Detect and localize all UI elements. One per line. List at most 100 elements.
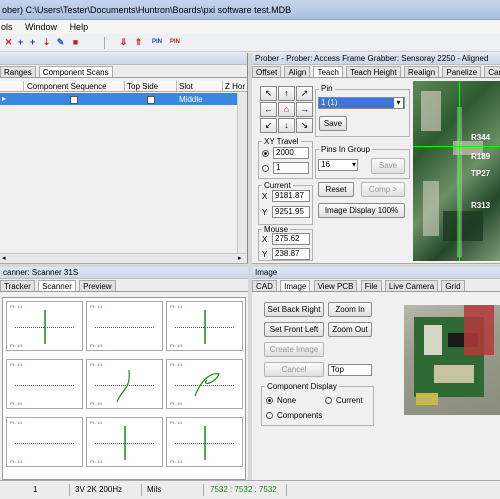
signature-cell[interactable]: P1: 1/1 P1: 1/1 bbox=[6, 417, 83, 467]
table-row[interactable]: ▸ ✓ ✓ Middle bbox=[0, 93, 237, 105]
signature-cell-footer: P1: 1/1 bbox=[10, 401, 23, 406]
create-image-button[interactable]: Create Image bbox=[264, 342, 324, 357]
menu-window[interactable]: Window bbox=[20, 20, 62, 34]
move-up-left-button[interactable]: ↖ bbox=[260, 86, 277, 101]
probe-up-icon[interactable]: ⇑ bbox=[133, 36, 144, 49]
display-components-radio[interactable] bbox=[266, 412, 273, 420]
tab-preview[interactable]: Preview bbox=[79, 280, 116, 291]
current-y-label: Y bbox=[262, 208, 268, 217]
move-down-left-button[interactable]: ↙ bbox=[260, 118, 277, 133]
status-field-2: 3V 2K 200Hz bbox=[72, 484, 142, 496]
set-back-right-button[interactable]: Set Back Right bbox=[264, 302, 324, 317]
zoom-out-button[interactable]: Zoom Out bbox=[328, 322, 372, 337]
signature-cell[interactable]: P1: 1/1 P1: 1/1 bbox=[166, 417, 243, 467]
next-pin-icon[interactable]: PIN bbox=[168, 36, 182, 49]
col-z-hor[interactable]: Z Hor bbox=[225, 82, 245, 91]
signature-cell[interactable]: P1: 1/1 P1: 1/1 bbox=[166, 359, 243, 409]
camera-feed[interactable]: R344 R189 TP27 R313 bbox=[413, 81, 500, 261]
tab-image[interactable]: Image bbox=[280, 280, 311, 291]
move-left-button[interactable]: ← bbox=[260, 102, 277, 117]
component-display-group bbox=[261, 386, 374, 426]
col-slot[interactable]: Slot bbox=[179, 82, 193, 91]
stop-icon[interactable]: ■ bbox=[70, 36, 81, 49]
move-up-right-button[interactable]: ↗ bbox=[296, 86, 313, 101]
signature-cell[interactable]: P1: 1/1 P1: 1/1 bbox=[86, 417, 163, 467]
delete-icon[interactable]: ✕ bbox=[3, 36, 14, 49]
current-x-field: 9181.87 bbox=[272, 190, 310, 202]
pin-icon[interactable]: ⇣ bbox=[41, 36, 52, 49]
tab-realign[interactable]: Realign bbox=[404, 66, 440, 77]
reset-button[interactable]: Reset bbox=[318, 182, 354, 197]
tab-offset[interactable]: Offset bbox=[252, 66, 282, 77]
move-down-button[interactable]: ↓ bbox=[278, 118, 295, 133]
set-front-left-button[interactable]: Set Front Left bbox=[264, 322, 324, 337]
cancel-button[interactable]: Cancel bbox=[264, 362, 324, 377]
menu-tools[interactable]: ols bbox=[0, 20, 18, 34]
travel-1-field[interactable]: 1 bbox=[273, 162, 309, 174]
image-panel: Image CAD Image View PCB File Live Camer… bbox=[252, 267, 500, 480]
tab-live-camera[interactable]: Live Camera bbox=[384, 280, 439, 291]
move-right-button[interactable]: → bbox=[296, 102, 313, 117]
tab-tracker[interactable]: Tracker bbox=[0, 280, 35, 291]
probe-down-icon[interactable]: ⇓ bbox=[118, 36, 129, 49]
signature-cell[interactable]: P1: 1/1 P1: 1/1 bbox=[86, 301, 163, 351]
tab-camera[interactable]: Camera bbox=[484, 66, 500, 77]
pin-save-button[interactable]: Save bbox=[319, 116, 347, 131]
chevron-down-icon[interactable]: ▾ bbox=[352, 160, 356, 170]
menu-bar: ols Window Help bbox=[0, 20, 500, 34]
menu-help[interactable]: Help bbox=[65, 20, 94, 34]
col-component-sequence[interactable]: Component Sequence bbox=[27, 82, 107, 91]
tab-scanner[interactable]: Scanner bbox=[38, 280, 76, 291]
signature-cell[interactable]: P1: 1/1 P1: 1/1 bbox=[6, 301, 83, 351]
tab-teach[interactable]: Teach bbox=[313, 66, 343, 77]
travel-2000-field[interactable]: 2000 bbox=[273, 147, 309, 159]
top-side-checkbox[interactable]: ✓ bbox=[147, 96, 155, 104]
display-current-radio[interactable] bbox=[325, 397, 332, 405]
add-all-icon[interactable]: + bbox=[27, 36, 38, 49]
vertical-scrollbar[interactable] bbox=[237, 93, 247, 253]
display-none-radio[interactable] bbox=[266, 397, 273, 405]
tab-align[interactable]: Align bbox=[284, 66, 311, 77]
tab-component-scans[interactable]: Component Scans bbox=[38, 66, 113, 77]
sequence-checkbox[interactable]: ✓ bbox=[70, 96, 78, 104]
board-image[interactable] bbox=[404, 305, 500, 415]
tab-file[interactable]: File bbox=[360, 280, 382, 291]
signature-trace bbox=[124, 426, 126, 460]
camera-label-r189: R189 bbox=[471, 152, 491, 161]
col-top-side[interactable]: Top Side bbox=[127, 82, 158, 91]
tab-panelize[interactable]: Panelize bbox=[442, 66, 482, 77]
signature-cell[interactable]: P1: 1/1 P1: 1/1 bbox=[6, 359, 83, 409]
tab-teach-height[interactable]: Teach Height bbox=[346, 66, 401, 77]
travel-1-radio[interactable] bbox=[262, 165, 269, 173]
pins-save-button[interactable]: Save bbox=[371, 158, 405, 174]
component-display-label: Component Display bbox=[265, 382, 339, 391]
pin-select[interactable]: 1 (1) ▾ bbox=[318, 97, 405, 109]
home-icon[interactable]: ⌂ bbox=[278, 102, 295, 117]
tab-ranges[interactable]: Ranges bbox=[0, 66, 36, 77]
signature-cell-label: P1: 1/1 bbox=[90, 304, 103, 309]
chevron-down-icon[interactable]: ▾ bbox=[394, 98, 403, 108]
signature-trace bbox=[44, 310, 46, 344]
prober-panel: Prober - Prober: Access Frame Grabber: S… bbox=[252, 53, 500, 263]
travel-2000-radio[interactable] bbox=[262, 150, 269, 158]
comp-button[interactable]: Comp > bbox=[361, 182, 405, 197]
current-label: Current bbox=[262, 181, 293, 190]
wand-icon[interactable]: ✎ bbox=[55, 36, 66, 49]
signature-cell[interactable]: P1: 1/1 P1: 1/1 bbox=[166, 301, 243, 351]
home-pin-icon[interactable]: PIN bbox=[150, 36, 164, 49]
move-up-button[interactable]: ↑ bbox=[278, 86, 295, 101]
zoom-in-button[interactable]: Zoom In bbox=[328, 302, 372, 317]
add-icon[interactable]: + bbox=[15, 36, 26, 49]
camera-label-r344: R344 bbox=[471, 133, 491, 142]
move-down-right-button[interactable]: ↘ bbox=[296, 118, 313, 133]
image-display-button[interactable]: Image Display 100% bbox=[318, 203, 405, 218]
signature-trace bbox=[194, 373, 220, 397]
tab-grid[interactable]: Grid bbox=[441, 280, 465, 291]
tab-view-pcb[interactable]: View PCB bbox=[313, 280, 358, 291]
horizontal-scrollbar[interactable]: ◂ ▸ bbox=[0, 253, 247, 263]
side-field[interactable]: Top bbox=[328, 364, 372, 376]
tab-cad[interactable]: CAD bbox=[252, 280, 277, 291]
signature-cell[interactable]: P1: 1/1 P1: 1/1 bbox=[86, 359, 163, 409]
pins-in-group-select[interactable]: 16 ▾ bbox=[318, 159, 358, 171]
pin-select-value: 1 (1) bbox=[321, 98, 338, 107]
